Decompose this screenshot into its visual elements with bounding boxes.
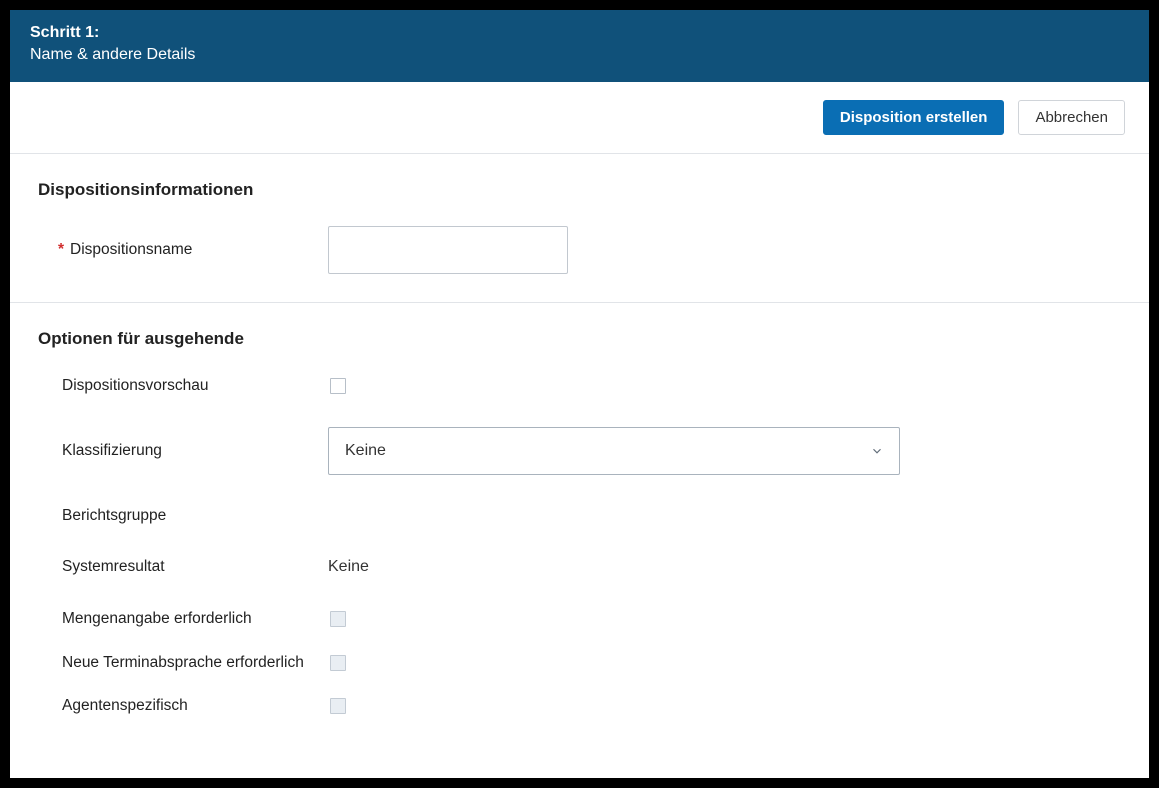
label-classification: Klassifizierung [48,440,328,462]
row-systemresult: Systemresultat Keine [38,556,1121,578]
label-agent-specific: Agentenspezifisch [48,695,328,717]
action-bar: Disposition erstellen Abbrechen [10,82,1149,154]
wizard-panel: Schritt 1: Name & andere Details Disposi… [10,10,1149,778]
section-outbound-options: Optionen für ausgehende Dispositionsvors… [10,303,1149,717]
section-disposition-info: Dispositionsinformationen * Dispositions… [10,154,1149,303]
label-systemresult: Systemresultat [48,556,328,578]
cancel-button[interactable]: Abbrechen [1018,100,1125,135]
required-asterisk: * [58,239,64,261]
row-disposition-preview: Dispositionsvorschau [38,375,1121,397]
label-disposition-name: * Dispositionsname [48,239,328,261]
create-disposition-button[interactable]: Disposition erstellen [823,100,1005,135]
label-disposition-preview: Dispositionsvorschau [48,375,328,397]
row-reschedule-required: Neue Terminabsprache erforderlich [38,652,1121,674]
classification-select-wrap: Keine [328,427,900,475]
section-title-outbound: Optionen für ausgehende [38,329,1121,349]
quantity-required-checkbox[interactable] [330,611,346,627]
classification-select[interactable]: Keine [328,427,900,475]
step-label: Schritt 1: [30,24,1129,42]
row-disposition-name: * Dispositionsname [38,226,1121,274]
label-reportgroup: Berichtsgruppe [48,505,328,527]
label-reschedule-required: Neue Terminabsprache erforderlich [48,652,328,674]
row-agent-specific: Agentenspezifisch [38,695,1121,717]
row-quantity-required: Mengenangabe erforderlich [38,608,1121,630]
disposition-preview-checkbox[interactable] [330,378,346,394]
systemresult-value: Keine [328,558,369,576]
row-reportgroup: Berichtsgruppe [38,505,1121,527]
wizard-header: Schritt 1: Name & andere Details [10,10,1149,82]
reschedule-required-checkbox[interactable] [330,655,346,671]
step-subtitle: Name & andere Details [30,46,1129,64]
agent-specific-checkbox[interactable] [330,698,346,714]
label-quantity-required: Mengenangabe erforderlich [48,608,328,630]
section-title-info: Dispositionsinformationen [38,180,1121,200]
row-classification: Klassifizierung Keine [38,427,1121,475]
disposition-name-input[interactable] [328,226,568,274]
